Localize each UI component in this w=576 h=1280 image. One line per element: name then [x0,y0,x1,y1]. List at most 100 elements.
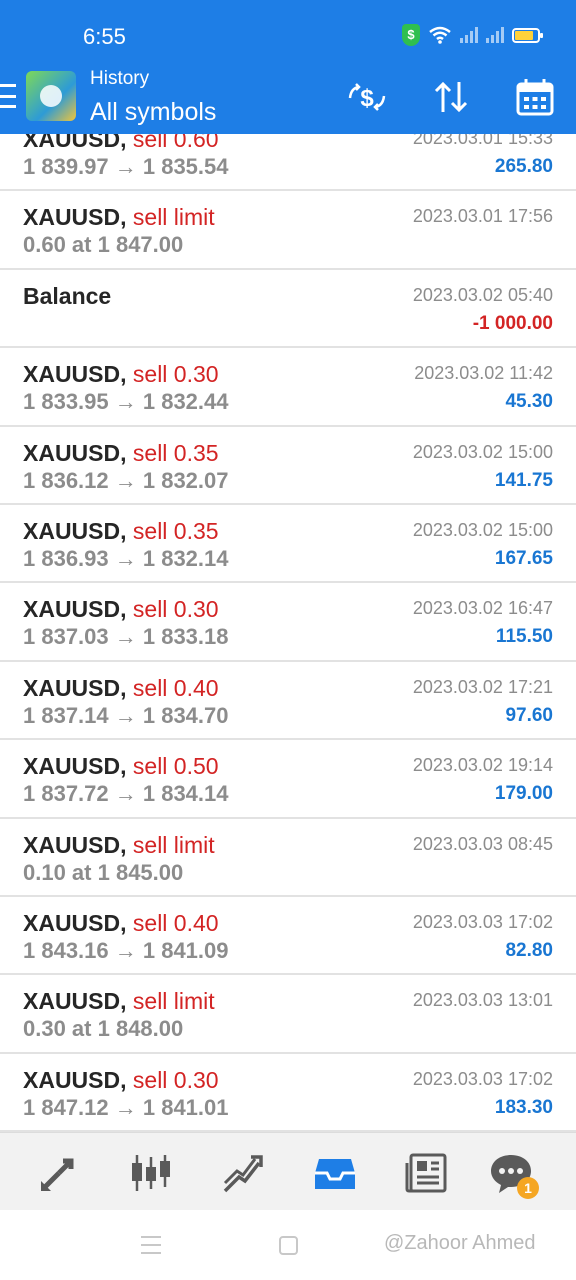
row-action: sell 0.40 [132,674,219,701]
row-profit: 179.00 [494,783,553,805]
row-date: 2023.03.03 13:01 [412,990,553,1011]
bottom-nav: 1 [0,1132,576,1210]
history-icon[interactable] [313,1151,357,1195]
row-symbol: XAUUSD, [23,1066,127,1093]
menu-icon[interactable] [0,84,18,108]
row-date: 2023.03.02 17:21 [412,676,553,697]
row-profit: 82.80 [505,939,553,961]
trade-icon[interactable] [221,1151,265,1195]
status-icons: $ [402,24,543,46]
row-action: sell limit [132,988,215,1015]
row-profit: 45.30 [505,391,553,413]
calendar-icon[interactable] [514,76,556,118]
row-symbol: XAUUSD, [23,753,127,780]
row-prices: 1 836.93 → 1 832.14 [23,545,229,571]
news-icon[interactable] [405,1151,449,1195]
history-row[interactable]: XAUUSD, sell limit 0.30 at 1 848.00 2023… [0,975,576,1054]
app-bar: History All symbols $ [0,66,576,134]
wifi-icon [429,26,451,44]
row-date: 2023.03.03 08:45 [412,833,553,854]
history-row[interactable]: XAUUSD, sell limit 0.10 at 1 845.00 2023… [0,819,576,897]
row-action: sell limit [132,204,215,231]
quotes-icon[interactable] [37,1151,81,1195]
row-prices: 0.30 at 1 848.00 [23,1016,184,1042]
row-action: sell 0.30 [132,361,219,388]
row-symbol: XAUUSD, [23,831,127,858]
row-action: sell 0.30 [132,596,219,623]
sort-icon[interactable] [430,76,472,118]
row-action: sell 0.30 [132,1066,219,1093]
row-symbol: XAUUSD, [23,596,127,623]
row-prices: 1 839.97 → 1 835.54 [23,154,229,179]
row-date: 2023.03.02 16:47 [412,598,553,619]
row-symbol: XAUUSD, [23,361,127,388]
row-date: 2023.03.02 15:00 [412,441,553,462]
row-symbol: XAUUSD, [23,909,127,936]
signal-2-icon [486,27,504,43]
header: 6:55 $ History All symbols $ [0,0,576,134]
watermark: @Zahoor Ahmed [384,1232,536,1254]
history-row[interactable]: XAUUSD, sell 0.50 1 837.72 → 1 834.14 20… [0,740,576,819]
chart-icon[interactable] [129,1151,173,1195]
battery-icon [512,27,543,43]
row-date: 2023.03.02 11:42 [414,363,553,384]
svg-text:$: $ [360,85,374,112]
row-profit: 265.80 [494,156,553,177]
recent-apps-icon[interactable] [141,1236,161,1254]
row-symbol: XAUUSD, [23,517,127,544]
row-action: sell 0.50 [132,753,219,780]
row-prices: 1 833.95 → 1 832.44 [23,389,229,415]
system-nav-bar: @Zahoor Ahmed [0,1210,576,1280]
history-row[interactable]: XAUUSD, sell 0.30 1 837.03 → 1 833.18 20… [0,583,576,662]
row-symbol: Balance [23,282,112,309]
row-prices: 1 837.72 → 1 834.14 [23,781,229,807]
row-action: sell limit [132,831,215,858]
row-profit: 115.50 [495,626,553,648]
row-symbol: XAUUSD, [23,674,127,701]
history-row[interactable]: XAUUSD, sell 0.40 1 837.14 → 1 834.70 20… [0,662,576,741]
row-prices: 1 836.12 → 1 832.07 [23,467,229,493]
row-profit: -1 000.00 [472,312,553,334]
history-list[interactable]: XAUUSD, sell 0.60 1 839.97 → 1 835.54 20… [0,113,576,1133]
row-symbol: XAUUSD, [23,439,127,466]
history-row[interactable]: XAUUSD, sell 0.35 1 836.93 → 1 832.14 20… [0,505,576,584]
row-prices: 1 847.12 → 1 841.01 [23,1094,229,1120]
row-date: 2023.03.03 17:02 [412,1068,553,1089]
row-profit: 141.75 [494,469,553,491]
chat-button[interactable]: 1 [489,1151,539,1199]
chat-badge: 1 [517,1177,539,1199]
row-prices: 0.60 at 1 847.00 [23,232,184,258]
history-row[interactable]: Balance 2023.03.02 05:40 -1 000.00 [0,270,576,349]
row-prices: 1 843.16 → 1 841.09 [23,937,229,963]
row-action: sell 0.40 [132,909,219,936]
row-date: 2023.03.02 05:40 [412,284,553,305]
row-date: 2023.03.03 17:02 [412,911,553,932]
history-row[interactable]: XAUUSD, sell 0.30 1 847.12 → 1 841.01 20… [0,1054,576,1133]
status-time: 6:55 [83,24,126,49]
row-action: sell 0.35 [132,439,219,466]
row-prices: 1 837.14 → 1 834.70 [23,702,229,728]
row-prices: 1 837.03 → 1 833.18 [23,624,229,650]
page-subtitle: History [90,68,150,89]
row-action: sell 0.35 [132,517,219,544]
row-symbol: XAUUSD, [23,988,127,1015]
history-row[interactable]: XAUUSD, sell 0.40 1 843.16 → 1 841.09 20… [0,897,576,976]
row-symbol: XAUUSD, [23,204,127,231]
security-shield-icon: $ [402,24,420,46]
row-profit: 183.30 [494,1096,553,1118]
signal-1-icon [460,27,478,43]
status-bar: 6:55 $ [0,0,576,66]
page-title[interactable]: All symbols [90,98,216,127]
row-profit: 167.65 [494,547,553,569]
home-icon[interactable] [279,1236,298,1255]
row-date: 2023.03.02 19:14 [412,755,553,776]
app-logo [26,71,76,121]
history-row[interactable]: XAUUSD, sell 0.35 1 836.12 → 1 832.07 20… [0,427,576,505]
history-row[interactable]: XAUUSD, sell 0.30 1 833.95 → 1 832.44 20… [0,348,576,427]
currency-exchange-icon[interactable]: $ [346,76,388,118]
row-date: 2023.03.01 17:56 [412,206,553,227]
history-row[interactable]: XAUUSD, sell limit 0.60 at 1 847.00 2023… [0,191,576,270]
row-date: 2023.03.02 15:00 [412,519,553,540]
row-profit: 97.60 [505,704,553,726]
row-prices: 0.10 at 1 845.00 [23,859,184,885]
